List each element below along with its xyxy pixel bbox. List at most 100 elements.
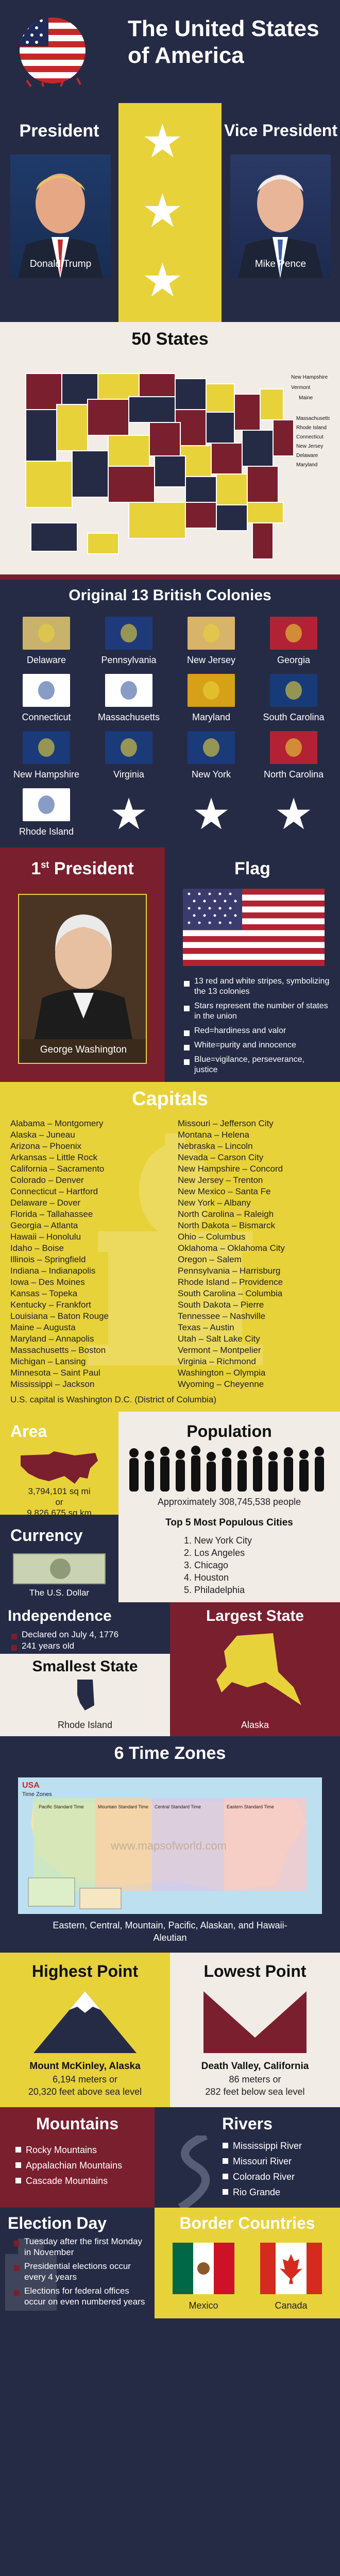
zone-label-pacific: Pacific Standard Time — [39, 1804, 84, 1809]
canada-label: Canada — [275, 2300, 308, 2311]
valley-icon — [203, 1991, 307, 2056]
colony-name: Georgia — [277, 655, 311, 665]
area-sq-mi: 3,794,101 sq mi — [28, 1486, 91, 1496]
mexico-label: Mexico — [189, 2300, 218, 2311]
rivers-title: Rivers — [222, 2114, 273, 2133]
capital-entry: Utah – Salt Lake City — [178, 1334, 260, 1344]
star-icon: ★ — [142, 116, 183, 167]
map-label-new-jersey: New Jersey — [296, 444, 323, 449]
independence-states-section: Independence Declared on July 4, 1776 24… — [0, 1602, 340, 1736]
time-zones-map: USA Time Zones Pacific Standard Time Mou… — [18, 1777, 322, 1914]
colonies-section: Original 13 British Colonies Delaware Pen… — [0, 574, 340, 848]
colony-item: Rhode Island — [5, 788, 88, 840]
list-item: Cascade Mountains — [14, 2173, 122, 2189]
list-item: 13 red and white stripes, symbolizing th… — [183, 976, 330, 997]
colony-name: North Carolina — [263, 769, 324, 779]
capital-entry: Illinois – Springfield — [10, 1255, 86, 1264]
map-watermark: www.mapsofworld.com — [110, 1839, 227, 1852]
time-zones-caption: Eastern, Central, Mountain, Pacific, Ala… — [53, 1920, 287, 1943]
state-flag-icon — [105, 617, 152, 650]
capitals-left-column: Alabama – Montgomery Alaska – Juneau Arizo… — [10, 1118, 165, 1390]
state-flag-icon — [188, 731, 235, 764]
list-item: Tuesday after the first Monday in Novemb… — [13, 2236, 149, 2258]
state-flag-icon — [270, 617, 317, 650]
list-item: Presidential elections occur every 4 yea… — [13, 2261, 149, 2282]
list-item: Mississippi River — [222, 2138, 302, 2154]
largest-state-title: Largest State — [206, 1607, 304, 1624]
capital-entry: New Hampshire – Concord — [178, 1164, 283, 1174]
capital-entry: Connecticut – Hartford — [10, 1187, 98, 1196]
rivers-list: Mississippi River Missouri River Colorad… — [222, 2138, 302, 2200]
map-label-massachusetts: Massachusetts — [296, 416, 330, 421]
election-day-title: Election Day — [8, 2214, 107, 2232]
state-flag-icon — [188, 617, 235, 650]
capital-entry: Hawaii – Honolulu — [10, 1232, 81, 1242]
map-label-maine: Maine — [299, 395, 313, 401]
star-icon: ★ — [274, 790, 313, 838]
capital-entry: New Mexico – Santa Fe — [178, 1187, 271, 1196]
mountains-rivers-section: Mountains Rocky Mountains Appalachian Mo… — [0, 2107, 340, 2208]
smallest-state-title: Smallest State — [32, 1658, 138, 1675]
capital-entry: Mississippi – Jackson — [10, 1379, 95, 1389]
election-day-list: Tuesday after the first Monday in Novemb… — [13, 2236, 149, 2307]
mountains-title: Mountains — [36, 2114, 118, 2133]
colony-item: South Carolina — [252, 674, 335, 723]
colony-item: New Hampshire — [5, 731, 88, 780]
state-flag-icon — [270, 731, 317, 764]
leaders-section: President Vice President Donald Trump Mi… — [0, 103, 340, 322]
state-flag-icon — [188, 674, 235, 707]
capital-entry: New York – Albany — [178, 1198, 251, 1208]
star-icon: ★ — [109, 790, 148, 838]
capital-entry: Minnesota – Saint Paul — [10, 1368, 100, 1378]
capital-entry: Tennessee – Nashville — [178, 1311, 266, 1321]
area-population-section: Area 3,794,101 sq mi or 9,826,675 sq km … — [0, 1412, 340, 1602]
list-item: Philadelphia — [194, 1584, 252, 1596]
colony-name: South Carolina — [263, 712, 325, 722]
capital-entry: Maryland – Annapolis — [10, 1334, 94, 1344]
mountains-list: Rocky Mountains Appalachian Mountains Ca… — [14, 2142, 122, 2189]
capital-entry: Rhode Island – Providence — [178, 1277, 283, 1287]
capital-entry: Idaho – Boise — [10, 1243, 64, 1253]
star-icon: ★ — [192, 790, 231, 838]
us-flag-image — [183, 889, 325, 966]
population-total: Approximately 308,745,538 people — [157, 1497, 301, 1507]
capitals-section: Capitals Alabama – Montgomery Alaska – Ju… — [0, 1082, 340, 1412]
capital-entry: Arizona – Phoenix — [10, 1141, 81, 1151]
list-item: Elections for federal offices occur on e… — [13, 2285, 149, 2307]
president-flag-section: 1st President George Washington Flag 13 … — [0, 848, 340, 1082]
map-label-new-hampshire: New Hampshire — [291, 375, 328, 380]
capital-note: U.S. capital is Washington D.C. (Distric… — [10, 1395, 216, 1404]
map-header: USA — [22, 1781, 40, 1790]
first-president-title: 1st President — [31, 859, 134, 878]
colony-name: New Jersey — [186, 655, 236, 665]
washington-portrait: George Washington — [18, 894, 147, 1064]
colony-item: Delaware — [5, 617, 88, 666]
border-countries-title: Border Countries — [179, 2214, 315, 2232]
independence-title: Independence — [8, 1607, 112, 1624]
capital-entry: Florida – Tallahassee — [10, 1209, 93, 1219]
us-silhouette-icon — [18, 1450, 100, 1489]
washington-name: George Washington — [40, 1044, 127, 1055]
colony-name: New Hampshire — [13, 769, 80, 779]
alaska-shape — [216, 1631, 304, 1716]
page-title: The United States of America — [128, 16, 319, 68]
capital-entry: Maine – Augusta — [10, 1323, 76, 1332]
currency-name: The U.S. Dollar — [29, 1588, 90, 1598]
independence-list: Declared on July 4, 1776 241 years old — [10, 1629, 118, 1652]
colony-item: Pennsylvania — [88, 617, 170, 666]
star-icon: ★ — [142, 255, 183, 307]
list-item: Appalachian Mountains — [14, 2158, 122, 2173]
map-label-maryland: Maryland — [296, 462, 317, 468]
state-flag-icon — [23, 617, 70, 650]
capital-entry: Wyoming – Cheyenne — [178, 1379, 264, 1389]
smallest-state-name: Rhode Island — [57, 1720, 113, 1730]
map-label-rhode-island: Rhode Island — [296, 425, 327, 431]
list-item: Chicago — [194, 1559, 252, 1571]
vice-president-photo: Mike Pence — [230, 155, 331, 278]
capital-entry: Delaware – Dover — [10, 1198, 81, 1208]
state-flag-icon — [23, 788, 70, 821]
map-label-delaware: Delaware — [296, 453, 318, 459]
time-zones-title: 6 Time Zones — [114, 1743, 226, 1763]
colonies-grid: Delaware Pennsylvania New Jersey Georgia Con… — [5, 617, 335, 840]
capital-entry: Pennsylvania – Harrisburg — [178, 1266, 281, 1276]
